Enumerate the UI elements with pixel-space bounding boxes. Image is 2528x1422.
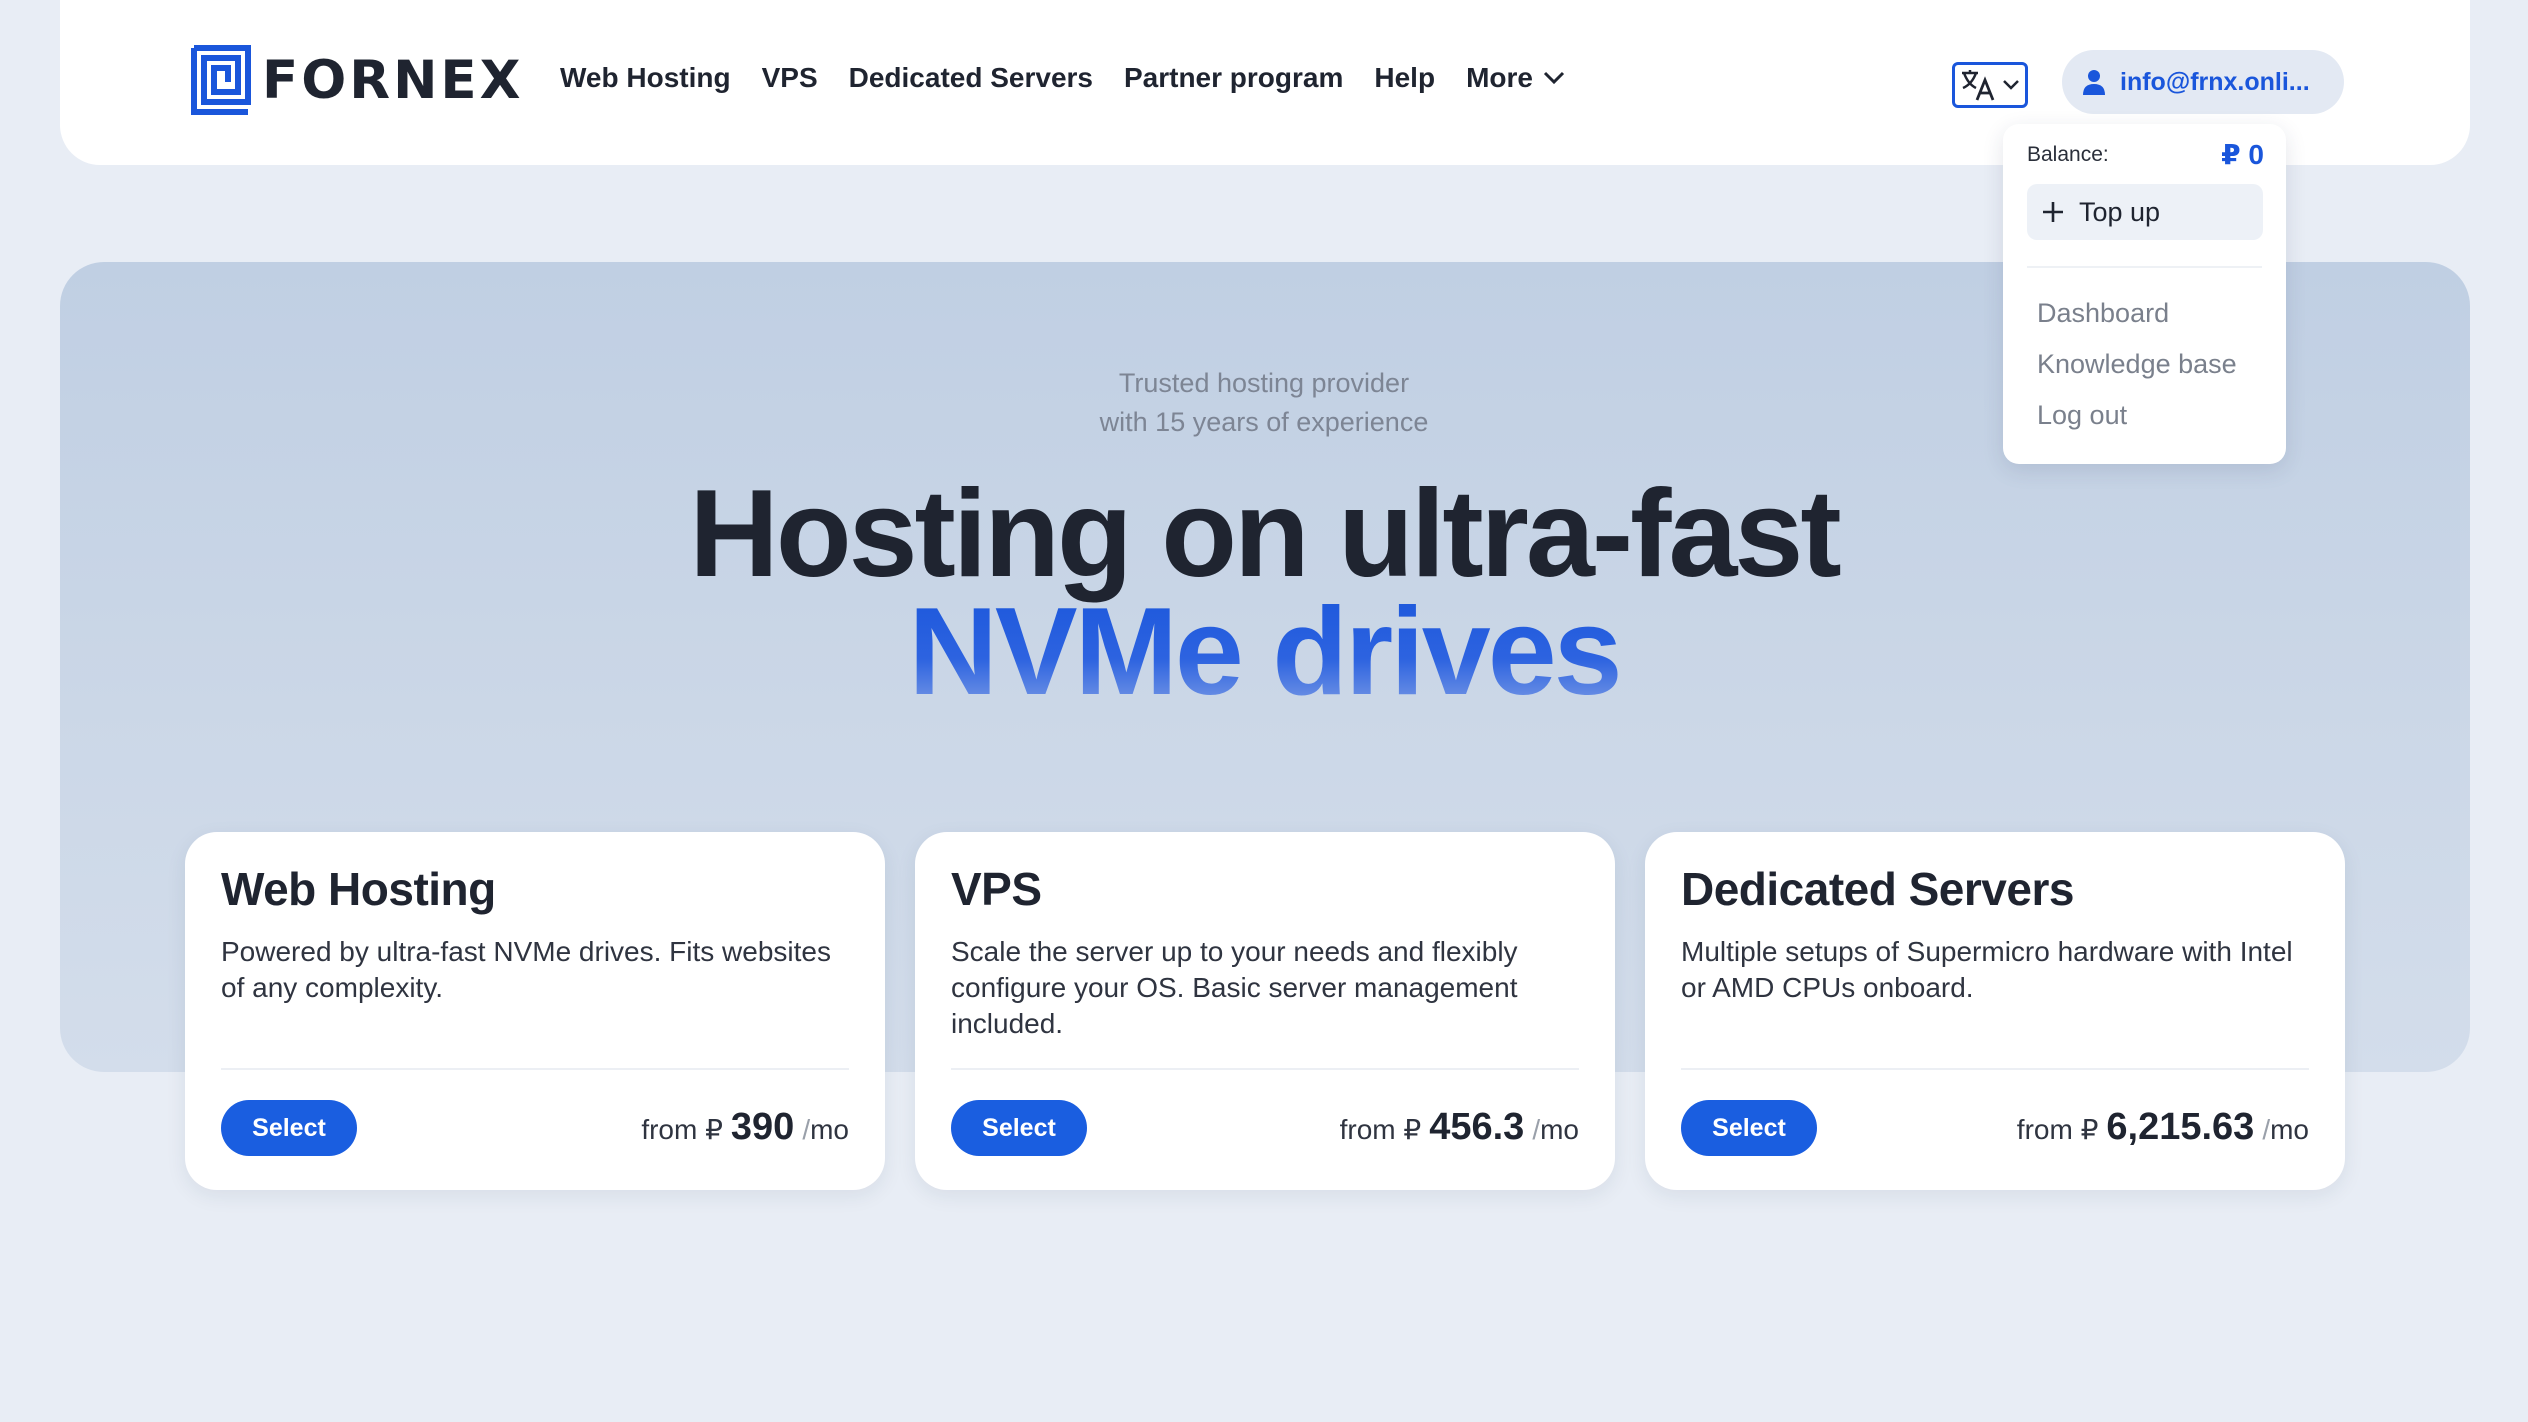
menu-item-log-out[interactable]: Log out (2037, 400, 2127, 431)
nav-help[interactable]: Help (1374, 62, 1435, 94)
card-description: Multiple setups of Supermicro hardware w… (1681, 936, 2293, 1003)
price-period: /mo (1532, 1114, 1579, 1145)
nav-partner-program[interactable]: Partner program (1124, 62, 1343, 94)
price-value: 390 (730, 1106, 795, 1148)
logo[interactable]: FORNEX (190, 44, 524, 116)
hero-headline-highlight: NVMe drives (908, 583, 1622, 721)
nav-more-label: More (1466, 62, 1533, 93)
card-divider (951, 1068, 1579, 1070)
card-title: VPS (951, 863, 1042, 915)
card-divider (1681, 1068, 2309, 1070)
balance-value: ₽ 0 (2221, 139, 2264, 170)
price-period: /mo (802, 1114, 849, 1145)
menu-item-dashboard[interactable]: Dashboard (2037, 298, 2169, 329)
nav-more[interactable]: More (1466, 62, 1565, 94)
user-icon (2083, 70, 2105, 95)
chevron-down-icon (2003, 80, 2019, 90)
balance-label: Balance: (2027, 142, 2109, 166)
price-prefix: from ₽ (2016, 1114, 2099, 1145)
hero-headline-line1: Hosting on ultra-fast (689, 465, 1841, 603)
select-button[interactable]: Select (221, 1100, 357, 1156)
nav-web-hosting[interactable]: Web Hosting (560, 62, 731, 94)
card-price: from ₽ 6,215.63 /mo (2017, 1106, 2309, 1149)
account-button[interactable]: info@frnx.onli... (2062, 50, 2344, 114)
language-switcher[interactable] (1952, 62, 2028, 108)
translate-icon (1962, 70, 1995, 101)
price-prefix: from ₽ (1339, 1114, 1422, 1145)
nav-dedicated-servers[interactable]: Dedicated Servers (849, 62, 1093, 94)
price-prefix: from ₽ (641, 1114, 723, 1145)
price-value: 456.3 (1429, 1106, 1525, 1148)
card-description: Powered by ultra-fast NVMe drives. Fits … (221, 936, 831, 1003)
topup-label: Top up (2079, 196, 2161, 227)
chevron-down-icon (1543, 71, 1565, 85)
page: FORNEX Web Hosting VPS Dedicated Servers… (0, 0, 2528, 1422)
account-email: info@frnx.onli... (2120, 67, 2310, 96)
nav-vps[interactable]: VPS (762, 62, 818, 94)
menu-item-knowledge-base[interactable]: Knowledge base (2037, 349, 2237, 380)
product-card-dedicated-servers: Dedicated Servers Multiple setups of Sup… (1645, 832, 2345, 1190)
hero-headline-line2: NVMe drives (0, 590, 2528, 714)
main-nav: Web Hosting VPS Dedicated Servers Partne… (560, 62, 1596, 94)
account-dropdown: Balance: ₽ 0 Top up Dashboard Knowledge … (2003, 124, 2286, 464)
fornex-logo-icon (191, 45, 251, 115)
card-price: from ₽ 390 /mo (641, 1106, 849, 1149)
product-card-vps: VPS Scale the server up to your needs an… (915, 832, 1615, 1190)
card-description: Scale the server up to your needs and fl… (951, 936, 1518, 1039)
select-button[interactable]: Select (951, 1100, 1087, 1156)
product-card-web-hosting: Web Hosting Powered by ultra-fast NVMe d… (185, 832, 885, 1190)
card-price: from ₽ 456.3 /mo (1340, 1106, 1579, 1149)
topup-button[interactable]: Top up (2027, 184, 2263, 240)
logo-text: FORNEX (262, 49, 524, 111)
card-title: Web Hosting (221, 863, 496, 915)
select-button[interactable]: Select (1681, 1100, 1817, 1156)
card-divider (221, 1068, 849, 1070)
dropdown-divider (2027, 266, 2262, 268)
balance-row: Balance: ₽ 0 (2027, 138, 2264, 171)
price-value: 6,215.63 (2106, 1106, 2255, 1148)
card-title: Dedicated Servers (1681, 863, 2074, 915)
price-period: /mo (2262, 1114, 2309, 1145)
plus-icon (2043, 202, 2063, 222)
